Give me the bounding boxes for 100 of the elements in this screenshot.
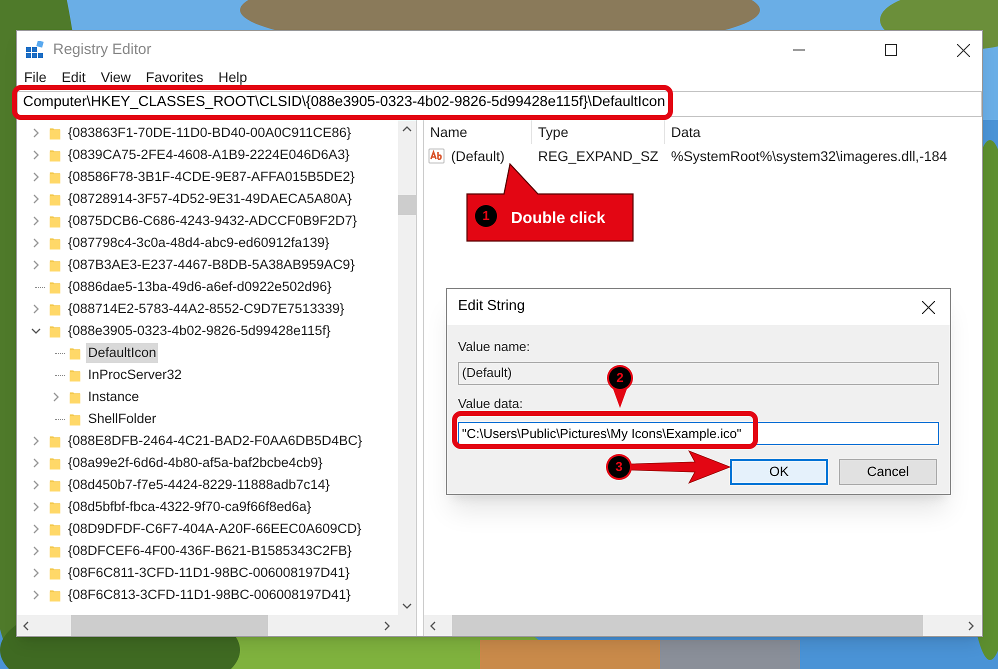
column-header[interactable]: Data [665, 120, 982, 144]
scroll-left-icon[interactable] [23, 620, 29, 630]
folder-icon [49, 126, 61, 140]
ok-button[interactable]: OK [730, 459, 828, 485]
scrollbar-thumb[interactable] [398, 195, 416, 215]
chevron-right-icon[interactable] [31, 568, 41, 578]
window-title: Registry Editor [53, 40, 152, 60]
tree-item[interactable]: {0886dae5-13ba-49d6-a6ef-d0922e502d96} [66, 276, 334, 298]
cancel-button[interactable]: Cancel [839, 459, 937, 485]
tree-item[interactable]: {0839CA75-2FE4-4608-A1B9-2224E046D6A3} [66, 144, 352, 166]
folder-icon [49, 588, 61, 602]
tree-item[interactable]: Instance [86, 386, 142, 408]
folder-icon [49, 500, 61, 514]
folder-icon [49, 456, 61, 470]
folder-icon [69, 412, 81, 426]
folder-icon [69, 368, 81, 382]
folder-icon [49, 236, 61, 250]
column-header[interactable]: Type [532, 120, 665, 144]
value-data-label: Value data: [458, 394, 524, 412]
scroll-left-icon[interactable] [430, 620, 436, 630]
folder-icon [49, 280, 61, 294]
chevron-down-icon[interactable] [31, 326, 41, 336]
scroll-right-icon[interactable] [968, 620, 974, 630]
tree-item[interactable]: {08a99e2f-6d6d-4b80-af5a-baf2bcbe4cb9} [66, 452, 324, 474]
tree-item[interactable]: {0875DCB6-C686-4243-9432-ADCCF0B9F2D7} [66, 210, 359, 232]
chevron-right-icon[interactable] [31, 194, 41, 204]
horizontal-scrollbar[interactable] [17, 615, 416, 636]
tree-item[interactable]: {08d450b7-f7e5-4424-8229-11888adb7c14} [66, 474, 332, 496]
chevron-right-icon[interactable] [31, 546, 41, 556]
folder-icon [69, 390, 81, 404]
chevron-right-icon[interactable] [31, 238, 41, 248]
chevron-right-icon[interactable] [31, 436, 41, 446]
vertical-scrollbar[interactable] [398, 120, 416, 615]
tree-item[interactable]: {08728914-3F57-4D52-9E31-49DAECA5A80A} [66, 188, 354, 210]
chevron-right-icon[interactable] [31, 458, 41, 468]
tree-item[interactable]: InProcServer32 [86, 364, 184, 386]
folder-icon [49, 478, 61, 492]
folder-icon [49, 544, 61, 558]
folder-icon [69, 346, 81, 360]
tree-item[interactable]: {08d5bfbf-fbca-4322-9f70-ca9f66f8ed6a} [66, 496, 314, 518]
tree-item[interactable]: {08586F78-3B1F-4CDE-9E87-AFFA015B5DE2} [66, 166, 357, 188]
menu-item[interactable]: Help [218, 69, 248, 85]
folder-icon [49, 434, 61, 448]
string-value-icon [428, 147, 446, 165]
value-data-field[interactable]: "C:\Users\Public\Pictures\My Icons\Example.ico" [458, 422, 939, 445]
chevron-right-icon[interactable] [31, 524, 41, 534]
chevron-right-icon[interactable] [31, 480, 41, 490]
tree-item[interactable]: {08DFCEF6-4F00-436F-B621-B1585343C2FB} [66, 540, 354, 562]
folder-icon [49, 170, 61, 184]
tree-item[interactable]: {088e3905-0323-4b02-9826-5d99428e115f} [66, 320, 332, 342]
scrollbar-thumb[interactable] [71, 615, 268, 636]
chevron-right-icon[interactable] [31, 260, 41, 270]
folder-icon [49, 324, 61, 338]
scroll-up-icon[interactable] [402, 126, 412, 132]
menu-item[interactable]: View [100, 69, 131, 85]
menu-item[interactable]: Favorites [146, 69, 204, 85]
chevron-right-icon[interactable] [31, 128, 41, 138]
chevron-right-icon[interactable] [31, 502, 41, 512]
close-icon[interactable] [922, 300, 935, 314]
folder-icon [49, 192, 61, 206]
chevron-right-icon[interactable] [31, 304, 41, 314]
folder-icon [49, 214, 61, 228]
folder-icon [49, 566, 61, 580]
horizontal-scrollbar[interactable] [424, 615, 982, 636]
tree-item[interactable]: {087B3AE3-E237-4467-B8DB-5A38AB959AC9} [66, 254, 357, 276]
tree-item[interactable]: {08D9DFDF-C6F7-404A-A20F-66EEC0A609CD} [66, 518, 364, 540]
maximize-icon[interactable] [885, 44, 897, 56]
tree-item[interactable]: {083863F1-70DE-11D0-BD40-00A0C911CE86} [66, 122, 354, 144]
tree-item[interactable]: DefaultIcon [86, 342, 158, 364]
address-path[interactable]: Computer\HKEY_CLASSES_ROOT\CLSID\{088e3905-0323-4b02-9826-5d99428e115f}\DefaultIcon [12, 85, 673, 120]
tree-item[interactable]: ShellFolder [86, 408, 158, 430]
chevron-right-icon[interactable] [31, 590, 41, 600]
chevron-right-icon[interactable] [31, 150, 41, 160]
tree-item[interactable]: {088E8DFB-2464-4C21-BAD2-F0AA6DB5D4BC} [66, 430, 364, 452]
menu-item[interactable]: Edit [62, 69, 86, 85]
folder-icon [49, 522, 61, 536]
chevron-right-icon[interactable] [31, 216, 41, 226]
registry-icon [26, 41, 44, 59]
value-data: %SystemRoot%\system32\imageres.dll,-184 [670, 146, 948, 166]
scroll-right-icon[interactable] [384, 620, 390, 630]
menu-item[interactable]: File [24, 69, 47, 85]
scrollbar-thumb[interactable] [452, 615, 923, 636]
close-icon[interactable] [957, 44, 970, 56]
folder-icon [49, 148, 61, 162]
chevron-right-icon[interactable] [51, 392, 61, 402]
folder-icon [49, 258, 61, 272]
scroll-down-icon[interactable] [402, 603, 412, 609]
value-row[interactable]: (Default) REG_EXPAND_SZ %SystemRoot%\system32\imageres.dll,-184 [424, 144, 982, 168]
chevron-right-icon[interactable] [31, 172, 41, 182]
tree-item[interactable]: {08F6C813-3CFD-11D1-98BC-006008197D41} [66, 584, 353, 606]
value-type: REG_EXPAND_SZ [537, 146, 660, 166]
callout-text: Double click [511, 209, 606, 229]
value-name: (Default) [451, 146, 505, 166]
tree-item[interactable]: {088714E2-5783-44A2-8552-C9D7E7513339} [66, 298, 346, 320]
tree-item[interactable]: {087798c4-3c0a-48d4-abc9-ed60912fa139} [66, 232, 332, 254]
column-header[interactable]: Name [424, 120, 532, 144]
tree-item[interactable]: {08F6C811-3CFD-11D1-98BC-006008197D41} [66, 562, 352, 584]
dialog-title: Edit String [458, 297, 525, 316]
folder-icon [49, 302, 61, 316]
value-name-label: Value name: [458, 338, 532, 356]
